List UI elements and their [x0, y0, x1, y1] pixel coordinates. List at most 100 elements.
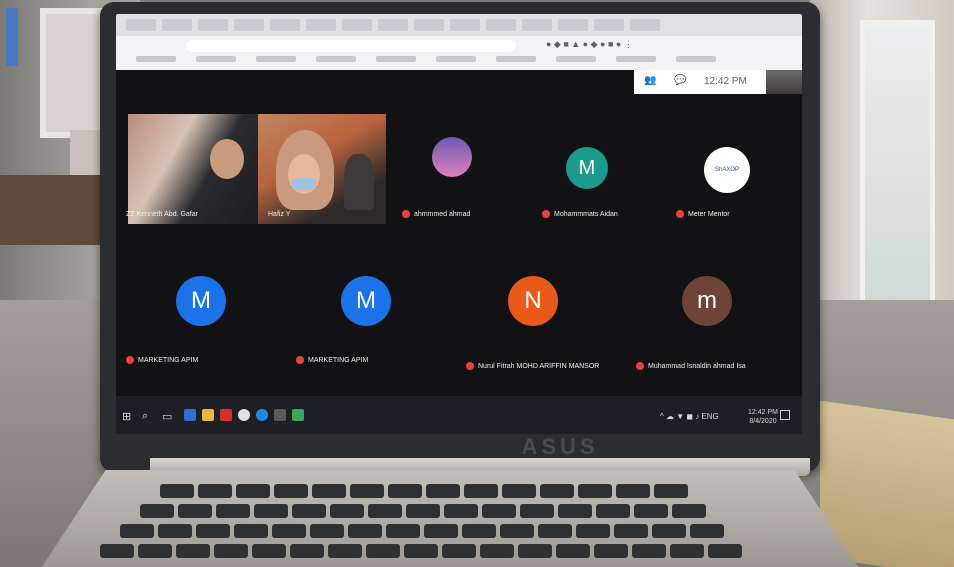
- key[interactable]: [540, 484, 574, 498]
- browser-tab[interactable]: [594, 19, 624, 31]
- browser-tab[interactable]: [450, 19, 480, 31]
- key[interactable]: [198, 484, 232, 498]
- address-bar[interactable]: [186, 40, 516, 52]
- bookmark-item[interactable]: [256, 56, 296, 62]
- key[interactable]: [160, 484, 194, 498]
- key[interactable]: [196, 524, 230, 538]
- key[interactable]: [158, 524, 192, 538]
- key[interactable]: [670, 544, 704, 558]
- key[interactable]: [556, 544, 590, 558]
- key[interactable]: [444, 504, 478, 518]
- key[interactable]: [654, 484, 688, 498]
- key[interactable]: [404, 544, 438, 558]
- key[interactable]: [442, 544, 476, 558]
- bookmark-item[interactable]: [316, 56, 356, 62]
- key[interactable]: [502, 484, 536, 498]
- participant-tile-8[interactable]: N Nurul Fitrah MOHD ARIFFIN MANSOR: [456, 252, 626, 372]
- key[interactable]: [138, 544, 172, 558]
- browser-tab[interactable]: [522, 19, 552, 31]
- key[interactable]: [462, 524, 496, 538]
- self-view-thumbnail[interactable]: [766, 70, 802, 94]
- key[interactable]: [176, 544, 210, 558]
- people-icon[interactable]: 👥: [644, 75, 656, 86]
- file-explorer-icon[interactable]: [202, 409, 214, 421]
- windows-start-icon[interactable]: ⊞: [122, 410, 131, 423]
- bookmark-item[interactable]: [376, 56, 416, 62]
- key[interactable]: [292, 504, 326, 518]
- search-icon[interactable]: ⌕: [142, 410, 148, 423]
- key[interactable]: [350, 484, 384, 498]
- key[interactable]: [290, 544, 324, 558]
- key[interactable]: [500, 524, 534, 538]
- key[interactable]: [634, 504, 668, 518]
- key[interactable]: [234, 524, 268, 538]
- participant-tile-1[interactable]: ZZ Kenneth Abd. Gafar: [116, 102, 258, 224]
- key[interactable]: [368, 504, 402, 518]
- browser-tab[interactable]: [630, 19, 660, 31]
- key[interactable]: [594, 544, 628, 558]
- key[interactable]: [614, 524, 648, 538]
- key[interactable]: [366, 544, 400, 558]
- key[interactable]: [538, 524, 572, 538]
- browser-tab[interactable]: [234, 19, 264, 31]
- participant-tile-7[interactable]: M MARKETING APIM: [286, 252, 456, 372]
- key[interactable]: [578, 484, 612, 498]
- browser-tab[interactable]: [198, 19, 228, 31]
- browser-tab[interactable]: [558, 19, 588, 31]
- key[interactable]: [690, 524, 724, 538]
- key[interactable]: [140, 504, 174, 518]
- key[interactable]: [406, 504, 440, 518]
- participant-tile-6[interactable]: M MARKETING APIM: [116, 252, 286, 372]
- key[interactable]: [312, 484, 346, 498]
- mail-icon[interactable]: [184, 409, 196, 421]
- bookmark-item[interactable]: [616, 56, 656, 62]
- key[interactable]: [272, 524, 306, 538]
- key[interactable]: [708, 544, 742, 558]
- bookmark-item[interactable]: [496, 56, 536, 62]
- participant-tile-9[interactable]: m Muhammad Isnaldin ahmad Isa: [626, 252, 802, 372]
- key[interactable]: [424, 524, 458, 538]
- key[interactable]: [464, 484, 498, 498]
- system-tray-icons[interactable]: ^ ☁ ▼ ◼ ♪ ENG: [660, 412, 719, 421]
- edge-icon[interactable]: [256, 409, 268, 421]
- office-icon[interactable]: [220, 409, 232, 421]
- browser-tab[interactable]: [342, 19, 372, 31]
- browser-tab[interactable]: [162, 19, 192, 31]
- key[interactable]: [482, 504, 516, 518]
- bookmark-item[interactable]: [436, 56, 476, 62]
- browser-tab[interactable]: [378, 19, 408, 31]
- key[interactable]: [480, 544, 514, 558]
- key[interactable]: [216, 504, 250, 518]
- key[interactable]: [558, 504, 592, 518]
- key[interactable]: [596, 504, 630, 518]
- participant-tile-2[interactable]: Hafiz Y: [258, 102, 392, 224]
- chat-icon[interactable]: 💬: [674, 75, 686, 86]
- key[interactable]: [426, 484, 460, 498]
- bookmark-item[interactable]: [676, 56, 716, 62]
- browser-tab[interactable]: [414, 19, 444, 31]
- store-icon[interactable]: [274, 409, 286, 421]
- extension-icons[interactable]: ● ◆ ■ ▲ ● ◆ ● ■ ● ⋮: [546, 39, 633, 50]
- participant-tile-5[interactable]: ShAXOP Meter Mentor: [666, 102, 802, 222]
- browser-tab-strip[interactable]: [116, 14, 802, 36]
- key[interactable]: [100, 544, 134, 558]
- participant-tile-3[interactable]: ahmmmed ahmad: [392, 102, 532, 222]
- key[interactable]: [254, 504, 288, 518]
- key[interactable]: [120, 524, 154, 538]
- key[interactable]: [252, 544, 286, 558]
- browser-tab[interactable]: [270, 19, 300, 31]
- browser-tab[interactable]: [126, 19, 156, 31]
- bookmark-item[interactable]: [196, 56, 236, 62]
- key[interactable]: [348, 524, 382, 538]
- participant-tile-4[interactable]: M Mohammmats Aidan: [532, 102, 666, 222]
- chrome-icon[interactable]: [238, 409, 250, 421]
- task-view-icon[interactable]: ▭: [162, 410, 172, 423]
- key[interactable]: [328, 544, 362, 558]
- key[interactable]: [274, 484, 308, 498]
- taskbar-clock[interactable]: 12:42 PM 8/4/2020: [748, 408, 778, 426]
- notification-icon[interactable]: [780, 410, 790, 420]
- key[interactable]: [520, 504, 554, 518]
- key[interactable]: [672, 504, 706, 518]
- browser-tab[interactable]: [306, 19, 336, 31]
- app-icon[interactable]: [292, 409, 304, 421]
